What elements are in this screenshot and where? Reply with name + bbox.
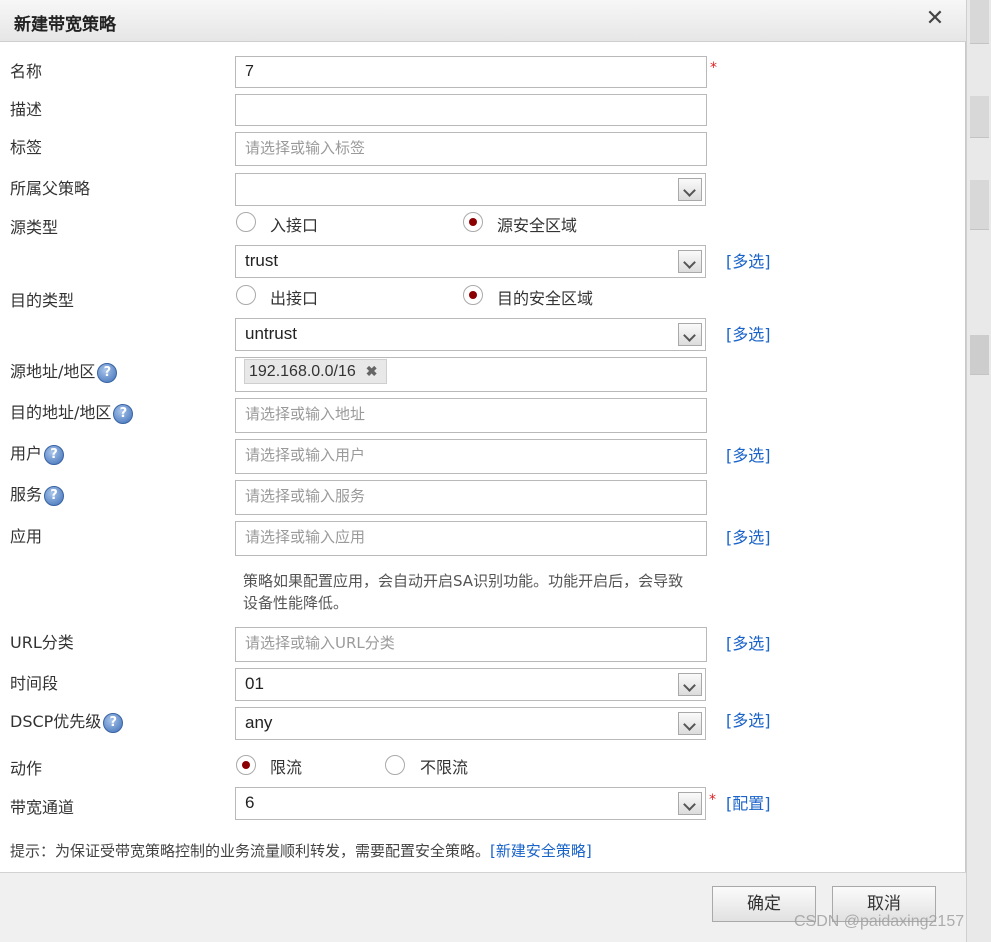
parent-policy-select[interactable]	[235, 173, 706, 206]
help-icon[interactable]: ?	[44, 485, 65, 506]
source-zone-select[interactable]: trust	[235, 245, 706, 278]
name-input-box[interactable]	[245, 57, 706, 87]
radio-dest-zone-label: 目的安全区域	[497, 289, 594, 308]
dest-zone-multiselect-link[interactable]: [多选]	[726, 321, 771, 345]
url-category-multiselect-link[interactable]: [多选]	[726, 630, 771, 654]
radio-inbound-interface[interactable]	[236, 212, 256, 232]
dest-type-label: 目的类型	[10, 291, 75, 310]
source-type-label: 源类型	[10, 218, 59, 237]
help-icon[interactable]: ?	[44, 444, 65, 465]
bandwidth-channel-required-mark: *	[709, 792, 716, 808]
time-range-label: 时间段	[10, 674, 59, 693]
scrollbar-segment	[970, 0, 989, 44]
action-label: 动作	[10, 759, 43, 778]
bandwidth-channel-select[interactable]: 6	[235, 787, 706, 820]
description-input[interactable]	[235, 94, 707, 126]
watermark: CSDN @paidaxing2157	[794, 913, 965, 930]
bandwidth-channel-config-link[interactable]: [配置]	[726, 790, 771, 814]
chevron-down-icon[interactable]	[678, 792, 702, 815]
scrollbar-thumb[interactable]	[970, 335, 989, 375]
dest-zone-value: untrust	[245, 324, 297, 343]
dialog-titlebar: 新建带宽策略 ✕	[0, 0, 966, 42]
radio-dest-zone[interactable]	[463, 285, 483, 305]
user-multiselect-link[interactable]: [多选]	[726, 442, 771, 466]
chevron-down-icon[interactable]	[678, 323, 702, 346]
radio-rate-limit-label: 限流	[270, 758, 303, 777]
dscp-multiselect-link[interactable]: [多选]	[726, 707, 771, 731]
chevron-down-icon[interactable]	[678, 673, 702, 696]
security-policy-tip: 提示：为保证受带宽策略控制的业务流量顺利转发，需要配置安全策略。[新建安全策略]	[10, 840, 592, 861]
user-label: 用户?	[10, 440, 65, 465]
dest-address-label-text: 目的地址/地区	[10, 403, 112, 422]
dscp-label-text: DSCP优先级	[10, 712, 102, 731]
dscp-select[interactable]: any	[235, 707, 706, 740]
dest-zone-select[interactable]: untrust	[235, 318, 706, 351]
source-zone-value: trust	[245, 251, 279, 270]
scrollbar-segment	[970, 96, 989, 138]
dest-address-input[interactable]: 请选择或输入地址	[235, 398, 707, 433]
chevron-down-icon[interactable]	[678, 712, 702, 735]
radio-inbound-interface-label: 入接口	[270, 216, 319, 235]
page-scrollbar[interactable]	[966, 0, 991, 942]
service-input[interactable]: 请选择或输入服务	[235, 480, 707, 515]
tags-label: 标签	[10, 138, 43, 157]
application-note: 策略如果配置应用，会自动开启SA识别功能。功能开启后，会导致设备性能降低。	[243, 572, 684, 612]
parent-policy-label: 所属父策略	[10, 179, 91, 198]
source-address-label: 源地址/地区?	[10, 358, 118, 383]
service-label-text: 服务	[10, 485, 43, 504]
chevron-down-icon[interactable]	[678, 250, 702, 273]
bandwidth-channel-value: 6	[245, 793, 255, 812]
user-input[interactable]: 请选择或输入用户	[235, 439, 707, 474]
help-icon[interactable]: ?	[113, 403, 134, 424]
url-category-input[interactable]: 请选择或输入URL分类	[235, 627, 707, 662]
name-required-mark: *	[710, 60, 717, 76]
source-address-label-text: 源地址/地区	[10, 362, 96, 381]
radio-outbound-interface-label: 出接口	[270, 289, 319, 308]
tip-text: 提示：为保证受带宽策略控制的业务流量顺利转发，需要配置安全策略。	[10, 842, 491, 860]
dest-address-label: 目的地址/地区?	[10, 399, 134, 424]
radio-no-limit-label: 不限流	[420, 758, 469, 777]
time-range-value: 01	[245, 674, 264, 693]
dialog-footer	[0, 872, 966, 942]
bandwidth-policy-dialog: 新建带宽策略 ✕ 名称 * 描述 标签 请选择或输入标签 所属父策略 源类型 入…	[0, 0, 966, 942]
help-icon[interactable]: ?	[103, 712, 124, 733]
source-address-tag-text: 192.168.0.0/16	[249, 363, 356, 380]
close-icon[interactable]: ✕	[922, 6, 948, 32]
source-address-tag: 192.168.0.0/16 ✖	[244, 359, 387, 384]
radio-source-zone[interactable]	[463, 212, 483, 232]
name-label: 名称	[10, 62, 43, 81]
application-multiselect-link[interactable]: [多选]	[726, 524, 771, 548]
description-label: 描述	[10, 100, 43, 119]
dialog-title: 新建带宽策略	[14, 15, 116, 35]
chevron-down-icon[interactable]	[678, 178, 702, 201]
remove-tag-icon[interactable]: ✖	[366, 363, 378, 379]
time-range-select[interactable]: 01	[235, 668, 706, 701]
dscp-value: any	[245, 713, 273, 732]
service-label: 服务?	[10, 481, 65, 506]
bandwidth-channel-label: 带宽通道	[10, 798, 75, 817]
name-input[interactable]	[235, 56, 707, 88]
application-label: 应用	[10, 527, 43, 546]
new-security-policy-link[interactable]: [新建安全策略]	[490, 842, 592, 860]
help-icon[interactable]: ?	[97, 362, 118, 383]
tags-input[interactable]: 请选择或输入标签	[235, 132, 707, 166]
radio-rate-limit[interactable]	[236, 755, 256, 775]
scrollbar-segment	[970, 180, 989, 230]
source-zone-multiselect-link[interactable]: [多选]	[726, 248, 771, 272]
radio-source-zone-label: 源安全区域	[497, 216, 578, 235]
radio-no-limit[interactable]	[385, 755, 405, 775]
dscp-label: DSCP优先级?	[10, 708, 124, 733]
url-category-label: URL分类	[10, 633, 74, 652]
application-input[interactable]: 请选择或输入应用	[235, 521, 707, 556]
user-label-text: 用户	[10, 444, 43, 463]
radio-outbound-interface[interactable]	[236, 285, 256, 305]
